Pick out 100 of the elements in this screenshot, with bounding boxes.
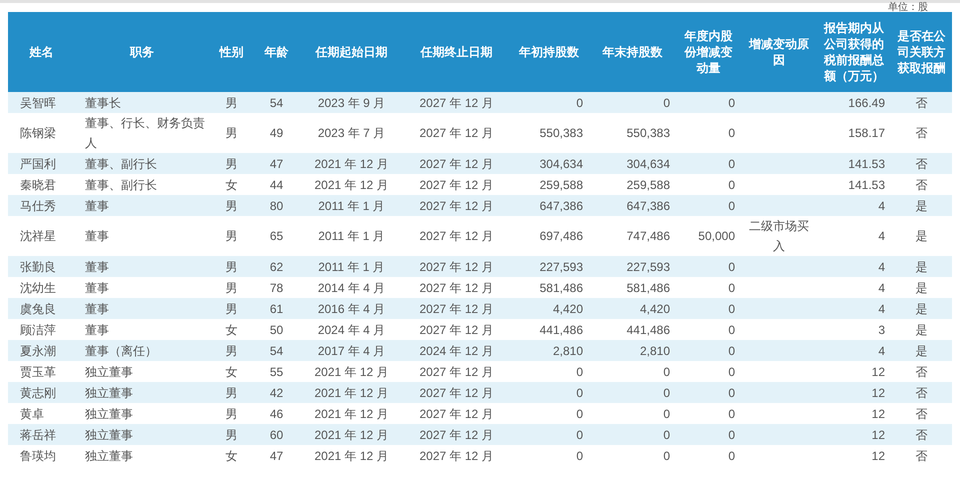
column-header: 职务 (75, 12, 209, 92)
table-cell: 独立董事 (75, 382, 209, 403)
table-cell: 2027 年 12 月 (404, 174, 509, 195)
table-cell: 否 (891, 424, 952, 445)
table-cell: 秦晓君 (8, 174, 75, 195)
table-cell: 男 (209, 340, 254, 361)
table-cell: 否 (891, 113, 952, 153)
table-cell: 80 (254, 195, 299, 216)
table-cell: 女 (209, 361, 254, 382)
table-cell: 夏永潮 (8, 340, 75, 361)
table-cell: 0 (676, 445, 741, 466)
table-cell: 独立董事 (75, 361, 209, 382)
table-cell: 0 (509, 361, 589, 382)
table-cell: 2027 年 12 月 (404, 382, 509, 403)
table-cell: 550,383 (589, 113, 676, 153)
table-cell: 男 (209, 382, 254, 403)
table-cell: 独立董事 (75, 424, 209, 445)
table-cell: 2027 年 12 月 (404, 277, 509, 298)
table-cell: 2021 年 12 月 (299, 382, 404, 403)
table-cell: 吴智晖 (8, 92, 75, 113)
table-cell: 是 (891, 319, 952, 340)
table-cell: 78 (254, 277, 299, 298)
table-cell: 董事 (75, 319, 209, 340)
table-cell: 54 (254, 92, 299, 113)
table-cell: 董事（离任） (75, 340, 209, 361)
table-cell: 2011 年 1 月 (299, 256, 404, 277)
table-cell: 0 (676, 92, 741, 113)
table-cell: 304,634 (509, 153, 589, 174)
table-cell: 12 (817, 403, 891, 424)
table-cell: 女 (209, 445, 254, 466)
column-header: 年末持股数 (589, 12, 676, 92)
table-cell: 张勤良 (8, 256, 75, 277)
table-cell: 2,810 (509, 340, 589, 361)
table-cell: 2027 年 12 月 (404, 256, 509, 277)
table-cell: 0 (676, 174, 741, 195)
table-cell: 2021 年 12 月 (299, 361, 404, 382)
table-cell: 65 (254, 216, 299, 256)
table-cell: 2027 年 12 月 (404, 424, 509, 445)
table-cell: 0 (676, 195, 741, 216)
table-cell: 4 (817, 277, 891, 298)
table-cell: 2021 年 12 月 (299, 403, 404, 424)
table-cell: 4,420 (589, 298, 676, 319)
table-cell: 男 (209, 216, 254, 256)
table-cell: 顾洁萍 (8, 319, 75, 340)
table-cell: 2023 年 7 月 (299, 113, 404, 153)
table-cell: 227,593 (509, 256, 589, 277)
column-header: 年度内股份增减变动量 (676, 12, 741, 92)
table-cell: 0 (676, 319, 741, 340)
table-cell: 2014 年 4 月 (299, 277, 404, 298)
table-cell: 0 (509, 382, 589, 403)
table-cell: 独立董事 (75, 445, 209, 466)
table-cell: 否 (891, 153, 952, 174)
table-cell: 2024 年 4 月 (299, 319, 404, 340)
table-cell: 0 (676, 382, 741, 403)
table-cell: 441,486 (509, 319, 589, 340)
column-header: 年龄 (254, 12, 299, 92)
table-cell: 2021 年 12 月 (299, 153, 404, 174)
column-header: 性别 (209, 12, 254, 92)
table-cell: 男 (209, 153, 254, 174)
table-cell: 是 (891, 195, 952, 216)
table-cell: 董事 (75, 256, 209, 277)
table-cell: 0 (589, 92, 676, 113)
table-cell: 二级市场买入 (741, 216, 817, 256)
table-cell: 61 (254, 298, 299, 319)
table-cell: 否 (891, 382, 952, 403)
table-cell: 2023 年 9 月 (299, 92, 404, 113)
table-cell: 47 (254, 445, 299, 466)
table-cell: 12 (817, 361, 891, 382)
table-cell: 否 (891, 361, 952, 382)
table-cell: 2027 年 12 月 (404, 319, 509, 340)
table-cell: 否 (891, 174, 952, 195)
table-cell: 鲁瑛均 (8, 445, 75, 466)
table-cell: 沈幼生 (8, 277, 75, 298)
table-cell: 0 (589, 382, 676, 403)
table-cell: 4,420 (509, 298, 589, 319)
table-cell: 747,486 (589, 216, 676, 256)
table-cell: 0 (676, 403, 741, 424)
table-cell: 2024 年 12 月 (404, 340, 509, 361)
table-cell: 697,486 (509, 216, 589, 256)
table-cell: 0 (509, 92, 589, 113)
table-cell: 550,383 (509, 113, 589, 153)
table-cell: 44 (254, 174, 299, 195)
table-cell: 50,000 (676, 216, 741, 256)
table-cell: 董事、行长、财务负责人 (75, 113, 209, 153)
table-cell: 581,486 (509, 277, 589, 298)
table-cell: 否 (891, 92, 952, 113)
table-cell: 董事 (75, 298, 209, 319)
table-cell: 女 (209, 319, 254, 340)
table-cell: 是 (891, 256, 952, 277)
table-cell: 0 (676, 298, 741, 319)
table-cell: 男 (209, 298, 254, 319)
table-cell: 2021 年 12 月 (299, 424, 404, 445)
table-cell: 男 (209, 424, 254, 445)
table-cell: 304,634 (589, 153, 676, 174)
table-cell: 2027 年 12 月 (404, 153, 509, 174)
table-cell: 141.53 (817, 153, 891, 174)
table-cell: 4 (817, 216, 891, 256)
table-cell: 是 (891, 340, 952, 361)
table-cell: 259,588 (589, 174, 676, 195)
table-cell: 陈钢梁 (8, 113, 75, 153)
